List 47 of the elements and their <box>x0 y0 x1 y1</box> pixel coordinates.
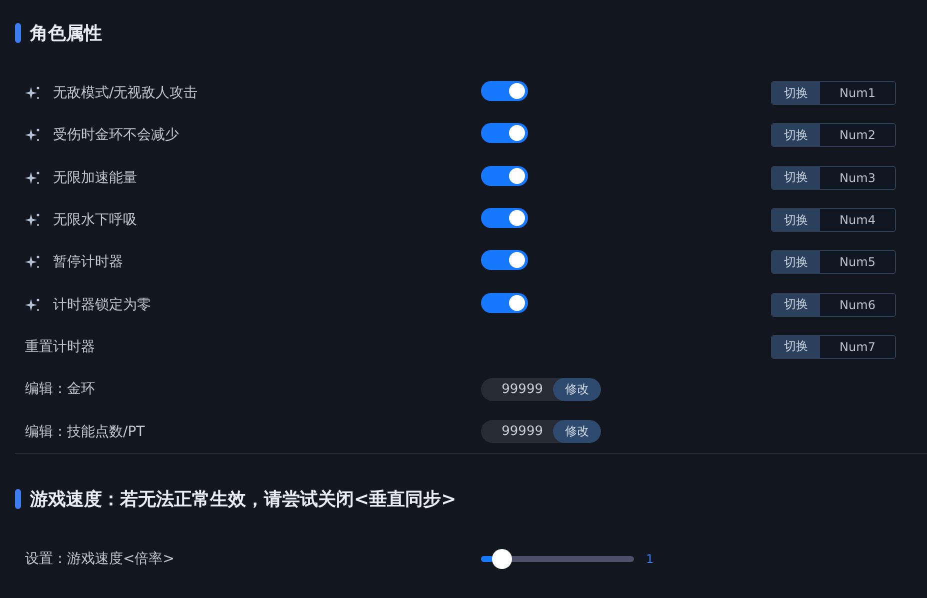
setting-label: 计时器锁定为零 <box>53 296 151 314</box>
toggle-switch[interactable] <box>481 208 528 228</box>
sparkle-icon <box>25 170 41 186</box>
slider-thumb[interactable] <box>492 548 512 569</box>
toggle-button[interactable]: 切换 <box>772 336 820 358</box>
hotkey-label: Num7 <box>820 336 895 358</box>
setting-label: 设置：游戏速度<倍率> <box>25 550 174 568</box>
modify-button[interactable]: 修改 <box>553 420 601 444</box>
toggle-button[interactable]: 切换 <box>772 251 820 274</box>
sparkle-icon <box>25 254 41 270</box>
sparkle-icon <box>25 212 41 228</box>
value-field[interactable]: 99999 修改 <box>481 378 601 401</box>
setting-label: 重置计时器 <box>25 338 95 356</box>
toggle-button[interactable]: 切换 <box>772 166 820 189</box>
setting-label: 无限加速能量 <box>53 168 137 187</box>
setting-label: 暂停计时器 <box>53 253 123 272</box>
slider-value: 1 <box>646 552 654 566</box>
setting-label: 无敌模式/无视敌人攻击 <box>53 84 198 102</box>
setting-label: 无限水下呼吸 <box>53 211 137 230</box>
toggle-button[interactable]: 切换 <box>772 124 820 146</box>
modify-button[interactable]: 修改 <box>553 378 601 401</box>
toggle-button[interactable]: 切换 <box>772 209 820 232</box>
section-title: 游戏速度：若无法正常生效，请尝试关闭<垂直同步> <box>30 488 456 511</box>
toggle-switch[interactable] <box>481 123 528 144</box>
section-marker <box>15 488 21 509</box>
toggle-switch[interactable] <box>481 166 528 186</box>
sparkle-icon <box>25 127 41 144</box>
toggle-switch[interactable] <box>481 250 528 270</box>
setting-label: 编辑：技能点数/PT <box>25 422 145 441</box>
hotkey-label: Num3 <box>820 166 895 189</box>
toggle-button[interactable]: 切换 <box>772 82 820 104</box>
hotkey-label: Num6 <box>820 294 895 316</box>
hotkey-label: Num4 <box>820 209 895 232</box>
toggle-switch[interactable] <box>481 81 528 102</box>
toggle-switch[interactable] <box>481 292 528 313</box>
sparkle-icon <box>25 85 41 102</box>
toggle-button[interactable]: 切换 <box>772 294 820 316</box>
section-title: 角色属性 <box>30 22 102 45</box>
hotkey-label: Num5 <box>820 251 895 274</box>
section-marker <box>15 23 21 43</box>
speed-slider[interactable] <box>481 548 634 569</box>
setting-label: 编辑：金环 <box>25 380 95 398</box>
hotkey-label: Num2 <box>820 124 895 146</box>
sparkle-icon <box>25 296 41 313</box>
hotkey-label: Num1 <box>820 82 895 104</box>
value-field[interactable]: 99999 修改 <box>481 420 601 444</box>
setting-label: 受伤时金环不会减少 <box>53 126 179 144</box>
